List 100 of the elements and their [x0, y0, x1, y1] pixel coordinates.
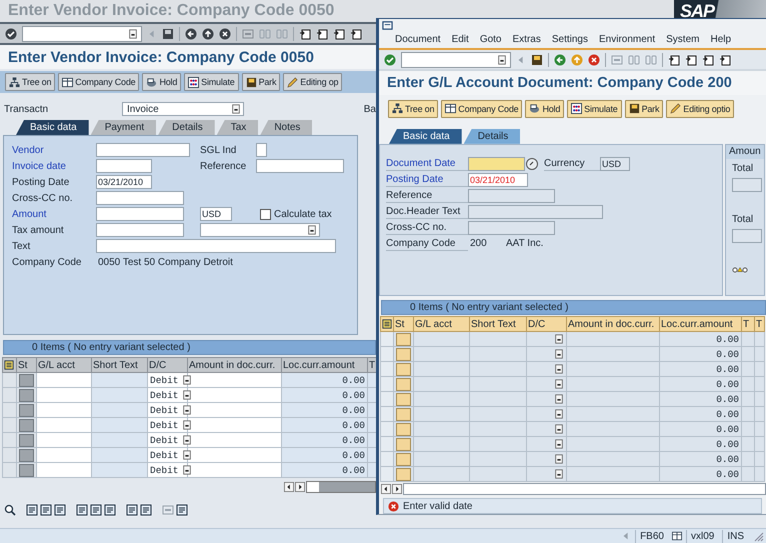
table-icon[interactable]: [672, 531, 682, 541]
toolbar-button[interactable]: Editing optio: [666, 100, 734, 118]
menu-item[interactable]: Goto: [480, 34, 502, 45]
input-field[interactable]: [256, 143, 267, 157]
exit-icon[interactable]: [202, 28, 214, 40]
checkbox[interactable]: [260, 208, 271, 220]
dropdown-icon[interactable]: [182, 420, 192, 430]
document-icon[interactable]: [76, 504, 88, 516]
dropdown-icon[interactable]: [554, 454, 564, 464]
dropdown-field[interactable]: [200, 223, 320, 237]
dropdown-icon[interactable]: [554, 439, 564, 450]
dropdown-icon[interactable]: [554, 409, 564, 420]
toolbar-button[interactable]: Park: [242, 73, 280, 91]
tab[interactable]: Basic data: [389, 128, 462, 144]
dropdown-icon[interactable]: [182, 390, 192, 400]
cancel-icon[interactable]: [588, 54, 600, 66]
page-icon[interactable]: [702, 54, 714, 66]
dropdown-icon[interactable]: [182, 435, 192, 445]
page-icon[interactable]: [685, 54, 697, 66]
scroll-left-icon[interactable]: [381, 484, 391, 494]
page-icon[interactable]: [299, 28, 311, 40]
toolbar-button[interactable]: Tree on: [388, 100, 438, 118]
toolbar-button[interactable]: Hold: [525, 100, 564, 118]
input-field[interactable]: [96, 223, 184, 237]
input-field[interactable]: [732, 178, 762, 192]
tab[interactable]: Details: [158, 120, 215, 135]
dropdown-icon[interactable]: [182, 465, 192, 475]
input-field[interactable]: [468, 188, 555, 203]
scroll-right-icon[interactable]: [295, 482, 305, 492]
document-icon[interactable]: [104, 504, 116, 516]
back-icon[interactable]: [185, 28, 197, 40]
document-icon[interactable]: [176, 504, 188, 516]
input-field[interactable]: 03/21/2010: [96, 175, 152, 189]
document-icon[interactable]: [26, 504, 38, 516]
document-icon[interactable]: [54, 504, 66, 516]
input-field[interactable]: [96, 143, 190, 157]
tab[interactable]: Tax: [216, 120, 258, 135]
page-icon[interactable]: [333, 28, 345, 40]
check-icon[interactable]: [384, 54, 396, 66]
menu-item[interactable]: Settings: [552, 34, 588, 45]
menu-item[interactable]: Document: [395, 34, 441, 45]
dropdown-icon[interactable]: [554, 424, 564, 434]
toolbar-button[interactable]: Hold: [142, 73, 182, 91]
dropdown-icon[interactable]: [554, 364, 564, 374]
menu-item[interactable]: Edit: [452, 34, 469, 45]
check-icon[interactable]: [5, 28, 17, 40]
menu-item[interactable]: System: [666, 34, 700, 45]
page-icon[interactable]: [316, 28, 328, 40]
tab[interactable]: Basic data: [16, 120, 89, 135]
dropdown-icon[interactable]: [554, 379, 564, 390]
dropdown-icon[interactable]: [554, 469, 564, 480]
dropdown-icon[interactable]: [554, 394, 564, 404]
search-icon[interactable]: [4, 504, 16, 516]
back-icon[interactable]: [554, 54, 566, 66]
input-field[interactable]: [468, 204, 603, 219]
document-icon[interactable]: [126, 504, 138, 516]
dropdown-icon[interactable]: [497, 54, 507, 64]
input-field[interactable]: [732, 228, 762, 243]
document-icon[interactable]: [140, 504, 152, 516]
dropdown-icon[interactable]: [128, 28, 138, 38]
menu-item[interactable]: Environment: [598, 34, 656, 45]
toolbar-button[interactable]: Simulate: [567, 100, 622, 118]
tab[interactable]: Notes: [260, 120, 312, 135]
scrollbar[interactable]: [403, 483, 766, 496]
page-icon[interactable]: [350, 28, 362, 40]
currency-field[interactable]: USD: [600, 156, 630, 171]
cancel-icon[interactable]: [219, 28, 231, 40]
input-field[interactable]: [96, 191, 184, 205]
tab[interactable]: Payment: [90, 120, 156, 135]
toolbar-button[interactable]: Company Code: [441, 100, 522, 118]
dropdown-icon[interactable]: [182, 450, 192, 460]
input-field[interactable]: [256, 159, 344, 173]
document-icon[interactable]: [90, 504, 102, 516]
scroll-left-icon[interactable]: [284, 482, 294, 492]
table-settings-icon[interactable]: [4, 360, 14, 370]
save-icon[interactable]: [162, 28, 174, 40]
command-field[interactable]: [401, 52, 511, 68]
menu-item[interactable]: Extras: [512, 34, 541, 45]
input-field[interactable]: [96, 207, 184, 221]
input-field[interactable]: [96, 239, 336, 253]
document-icon[interactable]: [40, 504, 52, 516]
tab[interactable]: Details: [464, 128, 520, 144]
input-field[interactable]: [468, 156, 525, 171]
toolbar-button[interactable]: Tree on: [5, 73, 56, 91]
table-settings-icon[interactable]: [382, 319, 392, 330]
page-icon[interactable]: [668, 54, 680, 66]
transaction-dropdown[interactable]: Invoice: [122, 102, 244, 116]
toolbar-button[interactable]: Company Code: [58, 73, 140, 91]
dropdown-icon[interactable]: [554, 334, 564, 344]
input-field[interactable]: [96, 159, 152, 173]
window-menu-icon[interactable]: [382, 20, 393, 31]
toolbar-button[interactable]: Park: [624, 100, 664, 118]
save-icon[interactable]: [531, 54, 543, 66]
input-field[interactable]: 03/21/2010: [468, 172, 528, 187]
command-field[interactable]: [22, 26, 142, 42]
menu-item[interactable]: Help: [710, 34, 732, 45]
dropdown-icon[interactable]: [182, 375, 192, 385]
page-icon[interactable]: [719, 54, 731, 66]
currency-field[interactable]: USD: [200, 207, 232, 221]
dropdown-icon[interactable]: [182, 405, 192, 415]
